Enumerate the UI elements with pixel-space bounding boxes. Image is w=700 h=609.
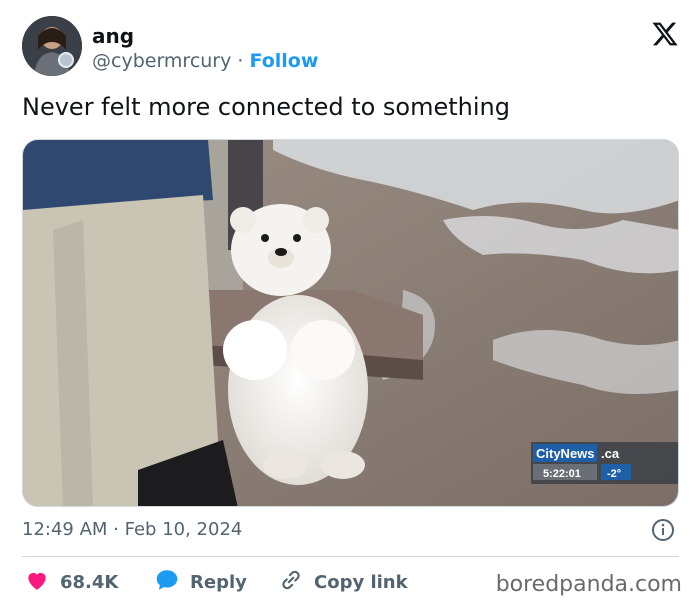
avatar[interactable] <box>22 16 82 76</box>
reply-label: Reply <box>190 571 247 593</box>
tweet-text: Never felt more connected to something <box>22 93 510 121</box>
like-count: 68.4K <box>60 571 119 593</box>
author-handle[interactable]: @cybermrcury <box>92 50 231 72</box>
copy-link-button[interactable]: Copy link <box>278 566 408 598</box>
heart-icon <box>24 567 50 597</box>
reply-button[interactable]: Reply <box>154 566 247 598</box>
watermark: boredpanda.com <box>495 572 682 597</box>
overlay-brand: CityNews <box>536 446 595 461</box>
tweet-header: ang @cybermrcury · Follow <box>22 14 682 80</box>
overlay-time: 5:22:01 <box>543 468 581 480</box>
like-button[interactable]: 68.4K <box>24 566 118 598</box>
overlay-temp: -2° <box>607 468 621 480</box>
separator-dot: · <box>237 50 244 72</box>
overlay-domain: .ca <box>601 446 620 461</box>
tweet-timestamp[interactable]: 12:49 AM · Feb 10, 2024 <box>22 519 242 540</box>
author-handle-row: @cybermrcury · Follow <box>92 50 318 72</box>
reply-bubble-icon <box>154 567 180 597</box>
follow-button[interactable]: Follow <box>250 50 319 72</box>
author-name[interactable]: ang <box>92 24 134 48</box>
info-icon[interactable] <box>651 518 675 542</box>
x-logo-icon[interactable] <box>651 20 679 48</box>
divider <box>22 556 679 557</box>
link-icon <box>278 567 304 597</box>
copy-link-label: Copy link <box>314 571 408 593</box>
tweet-media-image[interactable]: CityNews .ca 5:22:01 -2° <box>22 139 679 507</box>
